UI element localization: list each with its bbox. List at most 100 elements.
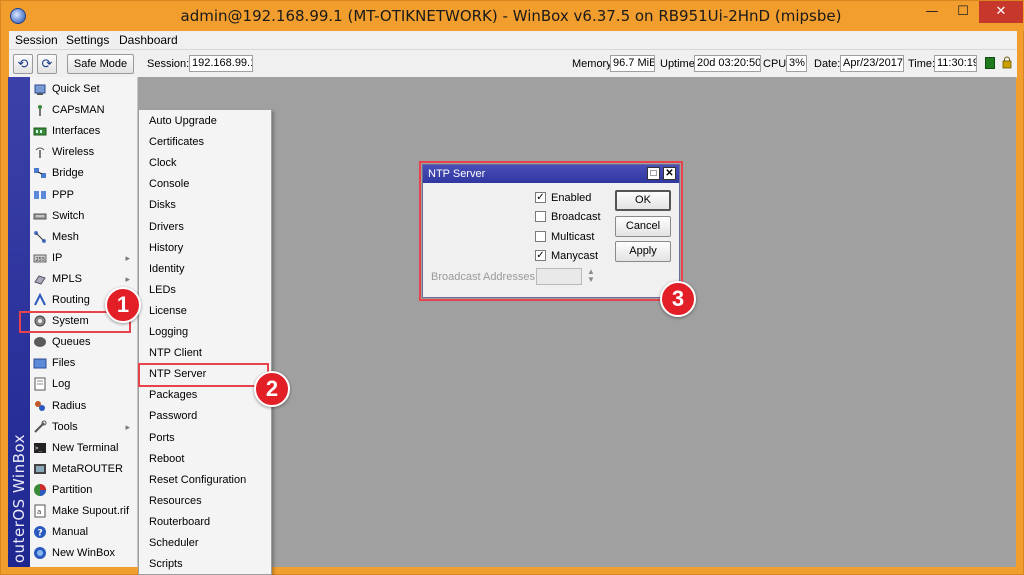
enabled-checkbox[interactable]: ✓: [535, 192, 546, 203]
time-value: 11:30:19: [934, 55, 977, 72]
enabled-label: Enabled: [551, 192, 592, 204]
sidebar-item-new-winbox[interactable]: New WinBox: [30, 543, 138, 564]
dialog-title-bar[interactable]: NTP Server □ ✕: [423, 165, 679, 183]
broadcast-addresses-input[interactable]: [536, 268, 582, 285]
sidebar-item-mesh[interactable]: Mesh: [30, 227, 138, 248]
sidebar-item-radius[interactable]: Radius: [30, 396, 138, 417]
multicast-checkbox[interactable]: [535, 230, 546, 242]
menu-session[interactable]: Session: [15, 33, 58, 47]
sidebar-item-label: MetaROUTER: [52, 462, 123, 475]
sidebar-item-label: New WinBox: [52, 547, 115, 560]
submenu-item-clock[interactable]: Clock: [139, 153, 271, 174]
minimize-button[interactable]: —: [917, 1, 947, 23]
toolbar: ⟲ ⟳ Safe Mode Session: 192.168.99.1 Memo…: [9, 50, 1017, 78]
svg-text:?: ?: [38, 529, 43, 539]
sidebar-item-log[interactable]: Log: [30, 374, 138, 395]
apply-button[interactable]: Apply: [615, 241, 671, 262]
sidebar-item-label: Radius: [52, 399, 87, 412]
submenu-item-ntp-client[interactable]: NTP Client: [139, 343, 271, 364]
undo-button[interactable]: ⟲: [13, 54, 33, 74]
sidebar-item-partition[interactable]: Partition: [30, 480, 138, 501]
submenu-item-reboot[interactable]: Reboot: [139, 449, 271, 470]
sidebar-item-label: Routing: [52, 294, 90, 306]
log-icon: [34, 377, 46, 391]
sidebar-item-label: Switch: [52, 209, 85, 222]
help-icon: ?: [34, 526, 46, 539]
partition-icon: [34, 483, 46, 496]
sidebar-item-label: Queues: [52, 336, 91, 349]
supout-icon: a: [34, 504, 46, 518]
submenu-item-console[interactable]: Console: [139, 174, 271, 195]
uptime-label: Uptime:: [660, 58, 698, 70]
submenu-item-scripts[interactable]: Scripts: [139, 554, 271, 575]
sidebar-item-label: Quick Set: [52, 83, 100, 95]
title-bar[interactable]: admin@192.168.99.1 (MT-OTIKNETWORK) - Wi…: [1, 1, 1024, 31]
radius-icon: [35, 400, 45, 411]
sidebar-item-capsman[interactable]: CAPsMAN: [30, 100, 138, 121]
spin-arrows-icon[interactable]: ▲ ▼: [586, 268, 596, 285]
sidebar-item-label: Make Supout.rif: [52, 505, 130, 517]
submenu-item-certificates[interactable]: Certificates: [139, 132, 271, 153]
submenu-item-reset-configuration[interactable]: Reset Configuration: [139, 470, 271, 491]
submenu-item-password[interactable]: Password: [139, 406, 271, 427]
maximize-button[interactable]: ☐: [948, 1, 978, 23]
redo-button[interactable]: ⟳: [37, 54, 57, 74]
submenu-arrow-icon: ▸: [125, 421, 130, 432]
terminal-icon: >_: [34, 442, 46, 453]
submenu-item-ports[interactable]: Ports: [139, 428, 271, 449]
dialog-close-icon[interactable]: ✕: [663, 167, 676, 180]
broadcast-checkbox[interactable]: [535, 211, 546, 223]
submenu-item-drivers[interactable]: Drivers: [139, 217, 271, 238]
sidebar-item-interfaces[interactable]: Interfaces: [30, 121, 138, 142]
cancel-button[interactable]: Cancel: [615, 216, 671, 237]
sidebar-item-metarouter[interactable]: MetaROUTER: [30, 459, 138, 480]
safe-mode-button[interactable]: Safe Mode: [67, 54, 134, 74]
submenu-item-routerboard[interactable]: Routerboard: [139, 512, 271, 533]
submenu-item-leds[interactable]: LEDs: [139, 280, 271, 301]
callout-badge-2: 2: [254, 371, 290, 407]
sidebar-item-files[interactable]: Files: [30, 353, 138, 374]
sidebar-item-bridge[interactable]: Bridge: [30, 163, 138, 184]
submenu-item-disks[interactable]: Disks: [139, 195, 271, 216]
brand-text: outerOS WinBox: [10, 433, 28, 563]
sidebar-item-manual[interactable]: ? Manual: [30, 522, 138, 543]
svg-text:255: 255: [36, 257, 46, 263]
submenu-item-history[interactable]: History: [139, 238, 271, 259]
winbox-icon: [34, 547, 46, 560]
ppp-icon: [34, 190, 46, 199]
submenu-item-resources[interactable]: Resources: [139, 491, 271, 512]
sidebar-item-label: New Terminal: [52, 441, 119, 454]
winbox-app-icon: [10, 8, 26, 24]
submenu-item-packages[interactable]: Packages: [139, 385, 271, 406]
sidebar-item-label: PPP: [52, 188, 75, 201]
submenu-item-scheduler[interactable]: Scheduler: [139, 533, 271, 554]
bridge-icon: [34, 168, 46, 179]
sidebar-item-make-supout-rif[interactable]: a Make Supout.rif: [30, 501, 138, 522]
sidebar-item-ppp[interactable]: PPP: [30, 185, 138, 206]
ok-button[interactable]: OK: [615, 190, 671, 211]
submenu-item-license[interactable]: License: [139, 301, 271, 322]
routing-icon: [34, 293, 46, 306]
sidebar-item-switch[interactable]: Switch: [30, 206, 138, 227]
sidebar-item-tools[interactable]: Tools ▸: [30, 417, 138, 438]
close-button[interactable]: ✕: [979, 1, 1023, 23]
date-value: Apr/23/2017: [840, 55, 904, 72]
submenu-item-identity[interactable]: Identity: [139, 259, 271, 280]
submenu-item-auto-upgrade[interactable]: Auto Upgrade: [139, 111, 271, 132]
memory-label: Memory:: [572, 58, 615, 70]
menu-dashboard[interactable]: Dashboard: [119, 33, 178, 47]
submenu-item-logging[interactable]: Logging: [139, 322, 271, 343]
system-submenu: Auto Upgrade Certificates Clock Console Disk…: [138, 109, 272, 575]
ntp-server-dialog: NTP Server □ ✕ ✓ Enabled Broadcast Multicas…: [422, 164, 680, 298]
sidebar-item-ip[interactable]: 255 IP ▸: [30, 248, 138, 269]
sidebar-item-queues[interactable]: Queues: [30, 332, 138, 353]
restore-icon[interactable]: □: [647, 167, 660, 180]
dialog-title: NTP Server: [428, 168, 486, 180]
menu-settings[interactable]: Settings: [66, 33, 109, 47]
manycast-checkbox[interactable]: ✓: [535, 249, 546, 261]
sidebar-item-wireless[interactable]: Wireless: [30, 142, 138, 163]
sidebar-item-label: MPLS: [52, 272, 82, 285]
sidebar-item-new-terminal[interactable]: >_ New Terminal: [30, 438, 138, 459]
sidebar-item-quick-set[interactable]: Quick Set: [30, 79, 138, 100]
metarouter-icon: [34, 463, 46, 474]
